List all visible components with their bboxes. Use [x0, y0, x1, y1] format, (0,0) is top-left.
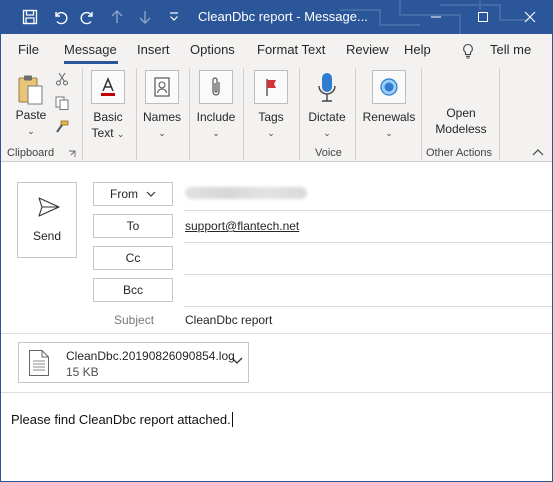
names-button[interactable]: Names ⌄: [140, 70, 184, 142]
from-address-redacted: [185, 187, 307, 199]
ribbon: Paste ⌄ Clipboard Basic Text ⌄ Names ⌄ I…: [0, 64, 553, 162]
group-other-actions: Other Actions: [426, 147, 493, 159]
file-icon: [29, 350, 49, 376]
tags-button[interactable]: Tags ⌄: [249, 70, 293, 142]
separator: [499, 68, 500, 160]
separator: [299, 68, 300, 160]
cc-label: Cc: [125, 251, 141, 265]
flag-icon: [254, 70, 288, 104]
send-icon: [38, 197, 60, 217]
to-label: To: [126, 219, 140, 233]
group-clipboard: Clipboard: [7, 147, 55, 159]
send-label: Send: [32, 229, 62, 243]
open-modeless-line1: Open: [446, 106, 476, 120]
separator: [421, 68, 422, 160]
tab-options[interactable]: Options: [190, 42, 235, 57]
customize-toolbar-icon[interactable]: [164, 0, 184, 34]
attachment-divider: [0, 392, 553, 393]
renewals-icon: [372, 70, 406, 104]
chevron-down-icon: ⌄: [27, 126, 35, 136]
group-voice: Voice: [315, 147, 342, 159]
collapse-ribbon-icon[interactable]: [532, 148, 544, 156]
chevron-down-icon: ⌄: [158, 128, 166, 138]
paste-icon: [18, 75, 43, 105]
tags-label: Tags: [258, 110, 284, 124]
paste-label: Paste: [15, 108, 47, 122]
tab-help[interactable]: Help: [404, 42, 431, 57]
format-painter-icon[interactable]: [55, 120, 69, 134]
dialog-launcher-icon[interactable]: [68, 150, 76, 158]
arrow-down-icon[interactable]: [134, 0, 156, 34]
open-modeless-button[interactable]: Open Modeless: [430, 104, 492, 138]
window-title: CleanDbc report - Message...: [198, 9, 368, 24]
bcc-button[interactable]: Bcc: [93, 278, 173, 302]
tab-format-text[interactable]: Format Text: [257, 42, 325, 57]
chevron-down-icon: ⌄: [385, 128, 393, 138]
renewals-button[interactable]: Renewals ⌄: [362, 70, 416, 142]
separator: [189, 68, 190, 160]
cut-icon[interactable]: [55, 72, 69, 86]
close-button[interactable]: [507, 0, 553, 34]
send-button[interactable]: Send: [17, 182, 77, 258]
subject-input[interactable]: CleanDbc report: [185, 313, 272, 327]
to-recipient[interactable]: support@flantech.net: [185, 219, 299, 233]
separator: [355, 68, 356, 160]
message-body[interactable]: Please find CleanDbc report attached.: [11, 412, 233, 427]
redo-icon[interactable]: [76, 0, 100, 34]
field-divider: [184, 210, 553, 211]
separator: [82, 68, 83, 160]
attachment-size: 15 KB: [66, 365, 99, 379]
paperclip-icon: [199, 70, 233, 104]
paste-button[interactable]: Paste ⌄: [12, 70, 50, 140]
basic-text-button[interactable]: Basic Text ⌄: [86, 70, 130, 142]
microphone-icon: [318, 73, 336, 102]
window-border: [0, 34, 1, 482]
include-button[interactable]: Include ⌄: [194, 70, 238, 142]
tell-me-search[interactable]: Tell me: [490, 42, 531, 57]
chevron-down-icon: ⌄: [267, 128, 275, 138]
chevron-down-icon[interactable]: [231, 355, 243, 365]
address-book-icon: [145, 70, 179, 104]
font-color-icon: [91, 70, 125, 104]
tab-review[interactable]: Review: [346, 42, 389, 57]
dictate-label: Dictate: [308, 110, 346, 124]
maximize-button[interactable]: [460, 0, 506, 34]
renewals-label: Renewals: [362, 110, 416, 124]
chevron-down-icon: [146, 191, 156, 197]
separator: [136, 68, 137, 160]
basic-text-line1: Basic: [93, 110, 123, 124]
save-icon[interactable]: [18, 0, 42, 34]
bcc-label: Bcc: [122, 283, 143, 297]
to-button[interactable]: To: [93, 214, 173, 238]
from-label: From: [110, 187, 138, 201]
dictate-button[interactable]: Dictate ⌄: [304, 70, 350, 142]
message-body-text: Please find CleanDbc report attached.: [11, 412, 231, 427]
minimize-button[interactable]: [413, 0, 459, 34]
undo-icon[interactable]: [48, 0, 72, 34]
basic-text-line2: Text ⌄: [91, 126, 125, 140]
open-modeless-line2: Modeless: [435, 122, 487, 136]
tab-insert[interactable]: Insert: [137, 42, 170, 57]
from-button[interactable]: From: [93, 182, 173, 206]
header-divider: [0, 333, 553, 334]
field-divider: [184, 242, 553, 243]
attachment-name: CleanDbc.20190826090854.log: [66, 349, 235, 363]
attachment-card[interactable]: CleanDbc.20190826090854.log 15 KB: [18, 342, 249, 383]
tab-file[interactable]: File: [18, 42, 39, 57]
chevron-down-icon: ⌄: [212, 128, 220, 138]
lightbulb-icon: [463, 43, 473, 59]
names-label: Names: [142, 110, 181, 124]
copy-icon[interactable]: [55, 96, 69, 110]
subject-label: Subject: [114, 313, 155, 327]
arrow-up-icon[interactable]: [106, 0, 128, 34]
field-divider: [184, 274, 553, 275]
tab-message[interactable]: Message: [64, 42, 117, 57]
include-label: Include: [196, 110, 236, 124]
text-cursor: [231, 412, 233, 427]
separator: [243, 68, 244, 160]
field-divider: [184, 306, 553, 307]
cc-button[interactable]: Cc: [93, 246, 173, 270]
title-bar: CleanDbc report - Message...: [0, 0, 553, 34]
chevron-down-icon: ⌄: [323, 128, 331, 138]
